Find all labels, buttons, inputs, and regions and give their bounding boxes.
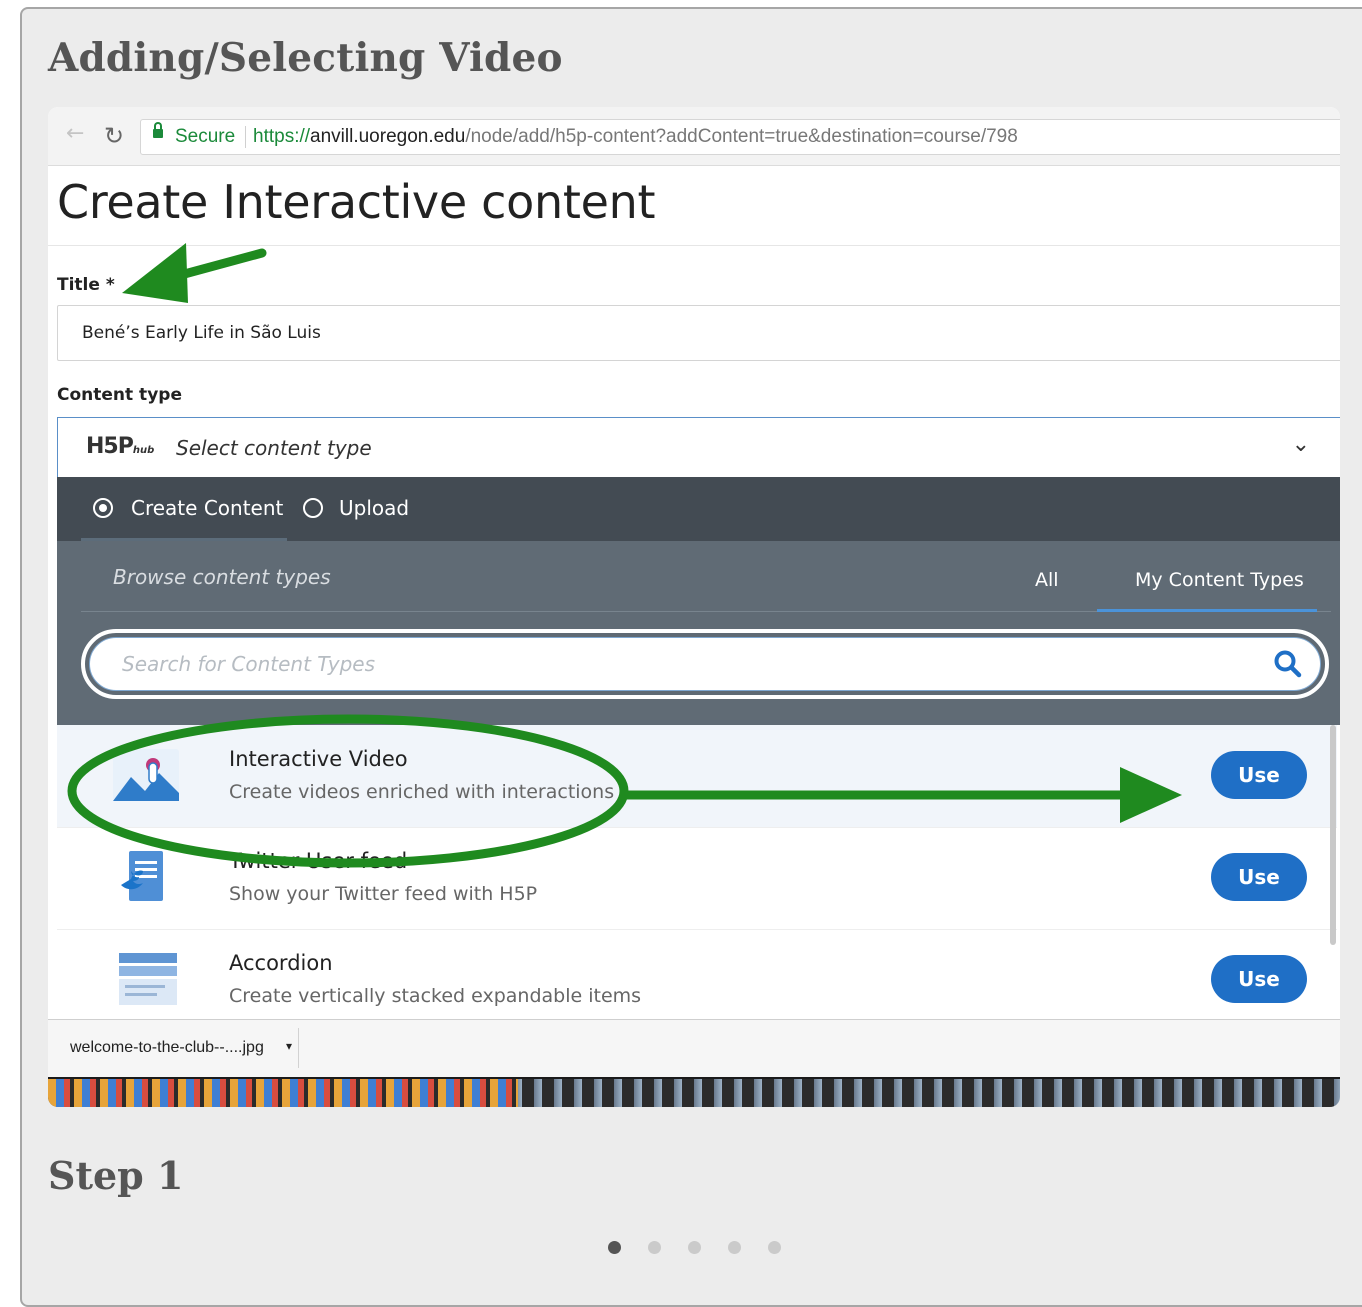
browse-title: Browse content types (113, 565, 331, 589)
lock-icon (153, 122, 163, 138)
use-button-twitter-feed[interactable]: Use (1211, 853, 1307, 901)
downloads-bar: welcome-to-the-club--....jpg ▾ (48, 1019, 1340, 1078)
list-item[interactable]: Accordion Create vertically stacked expa… (57, 929, 1337, 1032)
item-description: Create videos enriched with interactions (229, 781, 615, 803)
list-item[interactable]: Twitter User feed Show your Twitter feed… (57, 827, 1337, 930)
search-wrapper (81, 629, 1329, 699)
interactive-video-icon (113, 749, 179, 801)
filter-my-content-types[interactable]: My Content Types (1135, 569, 1304, 591)
dock-app-icons (48, 1079, 518, 1107)
tab-create-content[interactable]: Create Content (93, 496, 283, 520)
url-host: anvill.uoregon.edu (310, 126, 466, 147)
annotation-arrow-title (122, 243, 267, 303)
content-type-select[interactable]: H5Phub Select content type ⌄ (57, 417, 1340, 477)
step-label: Step 1 (48, 1153, 184, 1198)
url-path: /node/add/h5p-content?addContent=true&de… (465, 126, 1018, 147)
secure-label: Secure (175, 126, 236, 147)
address-bar[interactable]: Secure https://anvill.uoregon.edu/node/a… (140, 119, 1340, 155)
pagination-dot-2[interactable] (648, 1241, 661, 1254)
radio-unselected-icon (303, 498, 323, 518)
os-dock (48, 1077, 1340, 1107)
browser-toolbar: ← ↻ Secure https://anvill.uoregon.edu/no… (48, 107, 1340, 166)
pagination-dot-1[interactable] (608, 1241, 621, 1254)
content-type-label: Content type (57, 385, 182, 405)
tab-upload[interactable]: Upload (303, 496, 409, 520)
item-title: Twitter User feed (229, 849, 408, 873)
item-title: Interactive Video (229, 747, 408, 771)
browse-panel: Browse content types All My Content Type… (57, 541, 1340, 725)
h5p-logo-sub: hub (132, 445, 155, 456)
tab-upload-label: Upload (339, 496, 410, 520)
url-separator (245, 126, 246, 148)
use-button-accordion[interactable]: Use (1211, 955, 1307, 1003)
tab-create-content-label: Create Content (131, 496, 284, 520)
back-arrow-icon[interactable]: ← (66, 121, 84, 146)
filter-all[interactable]: All (1035, 569, 1059, 591)
download-caret-icon[interactable]: ▾ (286, 1026, 292, 1066)
page-title: Create Interactive content (57, 175, 656, 229)
download-file-name: welcome-to-the-club--....jpg (70, 1039, 264, 1056)
search-icon[interactable] (1273, 649, 1303, 679)
list-item[interactable]: Interactive Video Create videos enriched… (57, 725, 1337, 828)
pagination-dot-3[interactable] (688, 1241, 701, 1254)
pagination-dot-5[interactable] (768, 1241, 781, 1254)
title-input[interactable] (57, 305, 1340, 361)
accordion-icon (119, 953, 177, 1005)
search-input[interactable] (89, 637, 1321, 691)
h5p-hub-logo: H5Phub (86, 434, 154, 459)
h5p-logo-text: H5P (86, 434, 134, 459)
pagination-dot-4[interactable] (728, 1241, 741, 1254)
twitter-feed-icon (121, 851, 163, 901)
title-label: Title * (57, 275, 115, 295)
url-text: https://anvill.uoregon.edu/node/add/h5p-… (253, 120, 1018, 154)
screenshot-frame: ← ↻ Secure https://anvill.uoregon.edu/no… (48, 107, 1340, 1107)
item-title: Accordion (229, 951, 333, 975)
select-content-type-text: Select content type (176, 436, 372, 460)
card-title: Adding/Selecting Video (48, 35, 563, 81)
use-button-interactive-video[interactable]: Use (1211, 751, 1307, 799)
heading-divider (48, 245, 1340, 246)
content-type-list: Interactive Video Create videos enriched… (57, 725, 1337, 1032)
slide-card: Adding/Selecting Video ← ↻ Secure https:… (20, 7, 1362, 1307)
h5p-mode-tabs: Create Content Upload (57, 477, 1340, 541)
filter-active-underline (1097, 609, 1317, 612)
reload-icon[interactable]: ↻ (104, 122, 124, 150)
download-item[interactable]: welcome-to-the-club--....jpg ▾ (56, 1028, 299, 1068)
url-protocol: https:// (253, 126, 311, 147)
item-description: Create vertically stacked expandable ite… (229, 985, 642, 1007)
item-description: Show your Twitter feed with H5P (229, 883, 538, 905)
radio-selected-icon (93, 498, 113, 518)
chevron-down-icon[interactable]: ⌄ (1292, 432, 1310, 457)
list-scrollbar[interactable] (1330, 725, 1336, 945)
